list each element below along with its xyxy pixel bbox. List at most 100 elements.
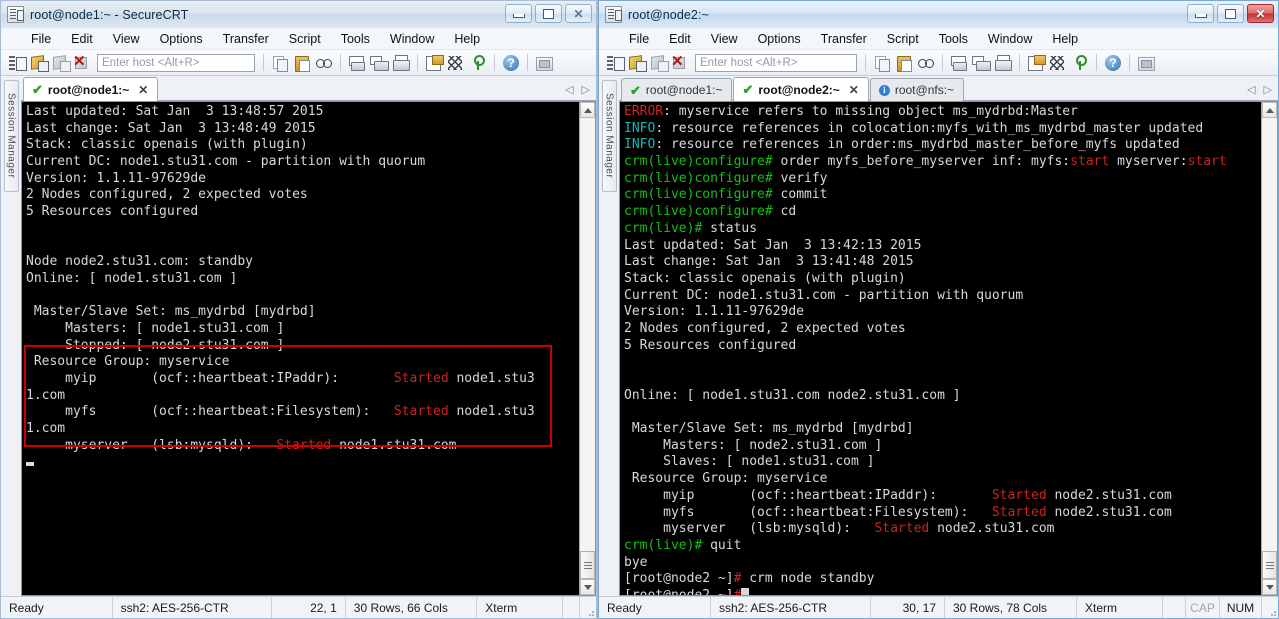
tab-root-nfs[interactable]: i root@nfs:~ <box>869 78 965 101</box>
disconnect-icon[interactable] <box>73 52 93 73</box>
scroll-up-button[interactable] <box>1262 102 1277 118</box>
log-session-icon[interactable] <box>1026 53 1046 73</box>
terminal-scrollbar-left[interactable] <box>579 102 595 595</box>
maximize-button[interactable] <box>535 4 562 23</box>
scroll-thumb[interactable] <box>580 551 595 579</box>
arrange-layout-icon[interactable] <box>534 53 554 73</box>
side-strip-left: Session Manager <box>1 76 21 596</box>
tab-scroll-arrows[interactable]: ◁ ▷ <box>1247 83 1272 96</box>
menu-transfer[interactable]: Transfer <box>213 30 279 48</box>
check-icon: ✔ <box>742 82 754 97</box>
title-bar-left[interactable]: root@node1:~ - SecureCRT ✕ <box>1 1 596 28</box>
host-input[interactable]: Enter host <Alt+R> <box>97 53 255 72</box>
key-icon[interactable] <box>1070 53 1090 73</box>
scroll-thumb[interactable] <box>1262 551 1277 579</box>
copy-icon[interactable] <box>270 53 290 73</box>
print-screen-icon[interactable] <box>347 53 367 73</box>
maximize-button[interactable] <box>1217 4 1244 23</box>
menu-view[interactable]: View <box>701 30 748 48</box>
tab-scroll-arrows[interactable]: ◁ ▷ <box>565 83 590 96</box>
tab-root-node2[interactable]: ✔ root@node2:~ ✕ <box>733 77 869 101</box>
session-manager-icon[interactable] <box>605 53 625 73</box>
status-encryption: ssh2: AES-256-CTR <box>113 597 273 618</box>
find-icon[interactable] <box>916 53 936 73</box>
tab-close-icon[interactable]: ✕ <box>138 83 148 97</box>
menu-script[interactable]: Script <box>877 30 929 48</box>
status-cursor-position: 30, 17 <box>871 597 945 618</box>
disconnect-icon[interactable] <box>671 52 691 73</box>
terminal-right[interactable]: ERROR: myservice refers to missing objec… <box>620 102 1261 595</box>
paste-icon[interactable] <box>292 53 312 73</box>
hex-view-icon[interactable] <box>446 53 466 73</box>
status-ready: Ready <box>1 597 113 618</box>
print-selection-icon[interactable] <box>971 53 991 73</box>
print-icon[interactable] <box>993 53 1013 73</box>
connect-sftp-icon[interactable] <box>51 53 71 73</box>
connect-icon[interactable] <box>29 53 49 73</box>
chevron-right-icon[interactable]: ▷ <box>1264 83 1272 96</box>
resize-grip[interactable] <box>1262 597 1278 618</box>
menu-file[interactable]: File <box>619 30 659 48</box>
minimize-button[interactable] <box>505 4 532 23</box>
tab-root-node1[interactable]: ✔ root@node1:~ ✕ <box>23 77 159 101</box>
toolbar-separator <box>1019 54 1020 71</box>
menu-options[interactable]: Options <box>748 30 811 48</box>
chevron-left-icon[interactable]: ◁ <box>1247 83 1255 96</box>
tab-close-icon[interactable]: ✕ <box>849 83 859 97</box>
status-bar-right: Ready ssh2: AES-256-CTR 30, 17 30 Rows, … <box>599 596 1278 618</box>
menu-tools[interactable]: Tools <box>929 30 978 48</box>
key-icon[interactable] <box>468 53 488 73</box>
scroll-down-button[interactable] <box>580 579 595 595</box>
scroll-down-button[interactable] <box>1262 579 1277 595</box>
terminal-scrollbar-right[interactable] <box>1261 102 1277 595</box>
menu-options[interactable]: Options <box>150 30 213 48</box>
toolbar-separator <box>1129 54 1130 71</box>
menu-edit[interactable]: Edit <box>61 30 103 48</box>
title-bar-right[interactable]: root@node2:~ ✕ <box>599 1 1278 28</box>
tab-root-node1[interactable]: ✔ root@node1:~ <box>621 78 733 101</box>
print-icon[interactable] <box>391 53 411 73</box>
check-icon: ✔ <box>32 82 43 97</box>
arrange-layout-icon[interactable] <box>1136 53 1156 73</box>
menu-view[interactable]: View <box>103 30 150 48</box>
menu-script[interactable]: Script <box>279 30 331 48</box>
help-icon[interactable] <box>501 53 521 73</box>
copy-icon[interactable] <box>872 53 892 73</box>
connect-icon[interactable] <box>627 53 647 73</box>
menu-window[interactable]: Window <box>978 30 1042 48</box>
session-manager-tab[interactable]: Session Manager <box>3 80 19 192</box>
securecrt-icon <box>605 6 622 23</box>
terminal-left[interactable]: Last updated: Sat Jan 3 13:48:57 2015 Las… <box>22 102 579 595</box>
status-cursor-position: 22, 1 <box>272 597 346 618</box>
paste-icon[interactable] <box>894 53 914 73</box>
hex-view-icon[interactable] <box>1048 53 1068 73</box>
log-session-icon[interactable] <box>424 53 444 73</box>
menu-help[interactable]: Help <box>444 30 490 48</box>
menu-file[interactable]: File <box>21 30 61 48</box>
menu-transfer[interactable]: Transfer <box>811 30 877 48</box>
menu-edit[interactable]: Edit <box>659 30 701 48</box>
menu-help[interactable]: Help <box>1042 30 1088 48</box>
find-icon[interactable] <box>314 53 334 73</box>
scroll-track[interactable] <box>1262 118 1277 579</box>
scroll-up-button[interactable] <box>580 102 595 118</box>
chevron-right-icon[interactable]: ▷ <box>582 83 590 96</box>
close-button[interactable]: ✕ <box>1247 4 1274 23</box>
print-screen-icon[interactable] <box>949 53 969 73</box>
host-input[interactable]: Enter host <Alt+R> <box>695 53 857 72</box>
window-title: root@node2:~ <box>628 7 709 22</box>
chevron-left-icon[interactable]: ◁ <box>565 83 573 96</box>
close-button[interactable]: ✕ <box>565 4 592 23</box>
scroll-track[interactable] <box>580 118 595 579</box>
print-selection-icon[interactable] <box>369 53 389 73</box>
help-icon[interactable] <box>1103 53 1123 73</box>
minimize-button[interactable] <box>1187 4 1214 23</box>
connect-sftp-icon[interactable] <box>649 53 669 73</box>
status-emulation: Xterm <box>1077 597 1163 618</box>
menu-window[interactable]: Window <box>380 30 444 48</box>
menu-tools[interactable]: Tools <box>331 30 380 48</box>
terminal-container-right: ERROR: myservice refers to missing objec… <box>619 101 1278 596</box>
session-manager-tab[interactable]: Session Manager <box>601 80 617 192</box>
resize-grip[interactable] <box>580 597 596 618</box>
session-manager-icon[interactable] <box>7 53 27 73</box>
